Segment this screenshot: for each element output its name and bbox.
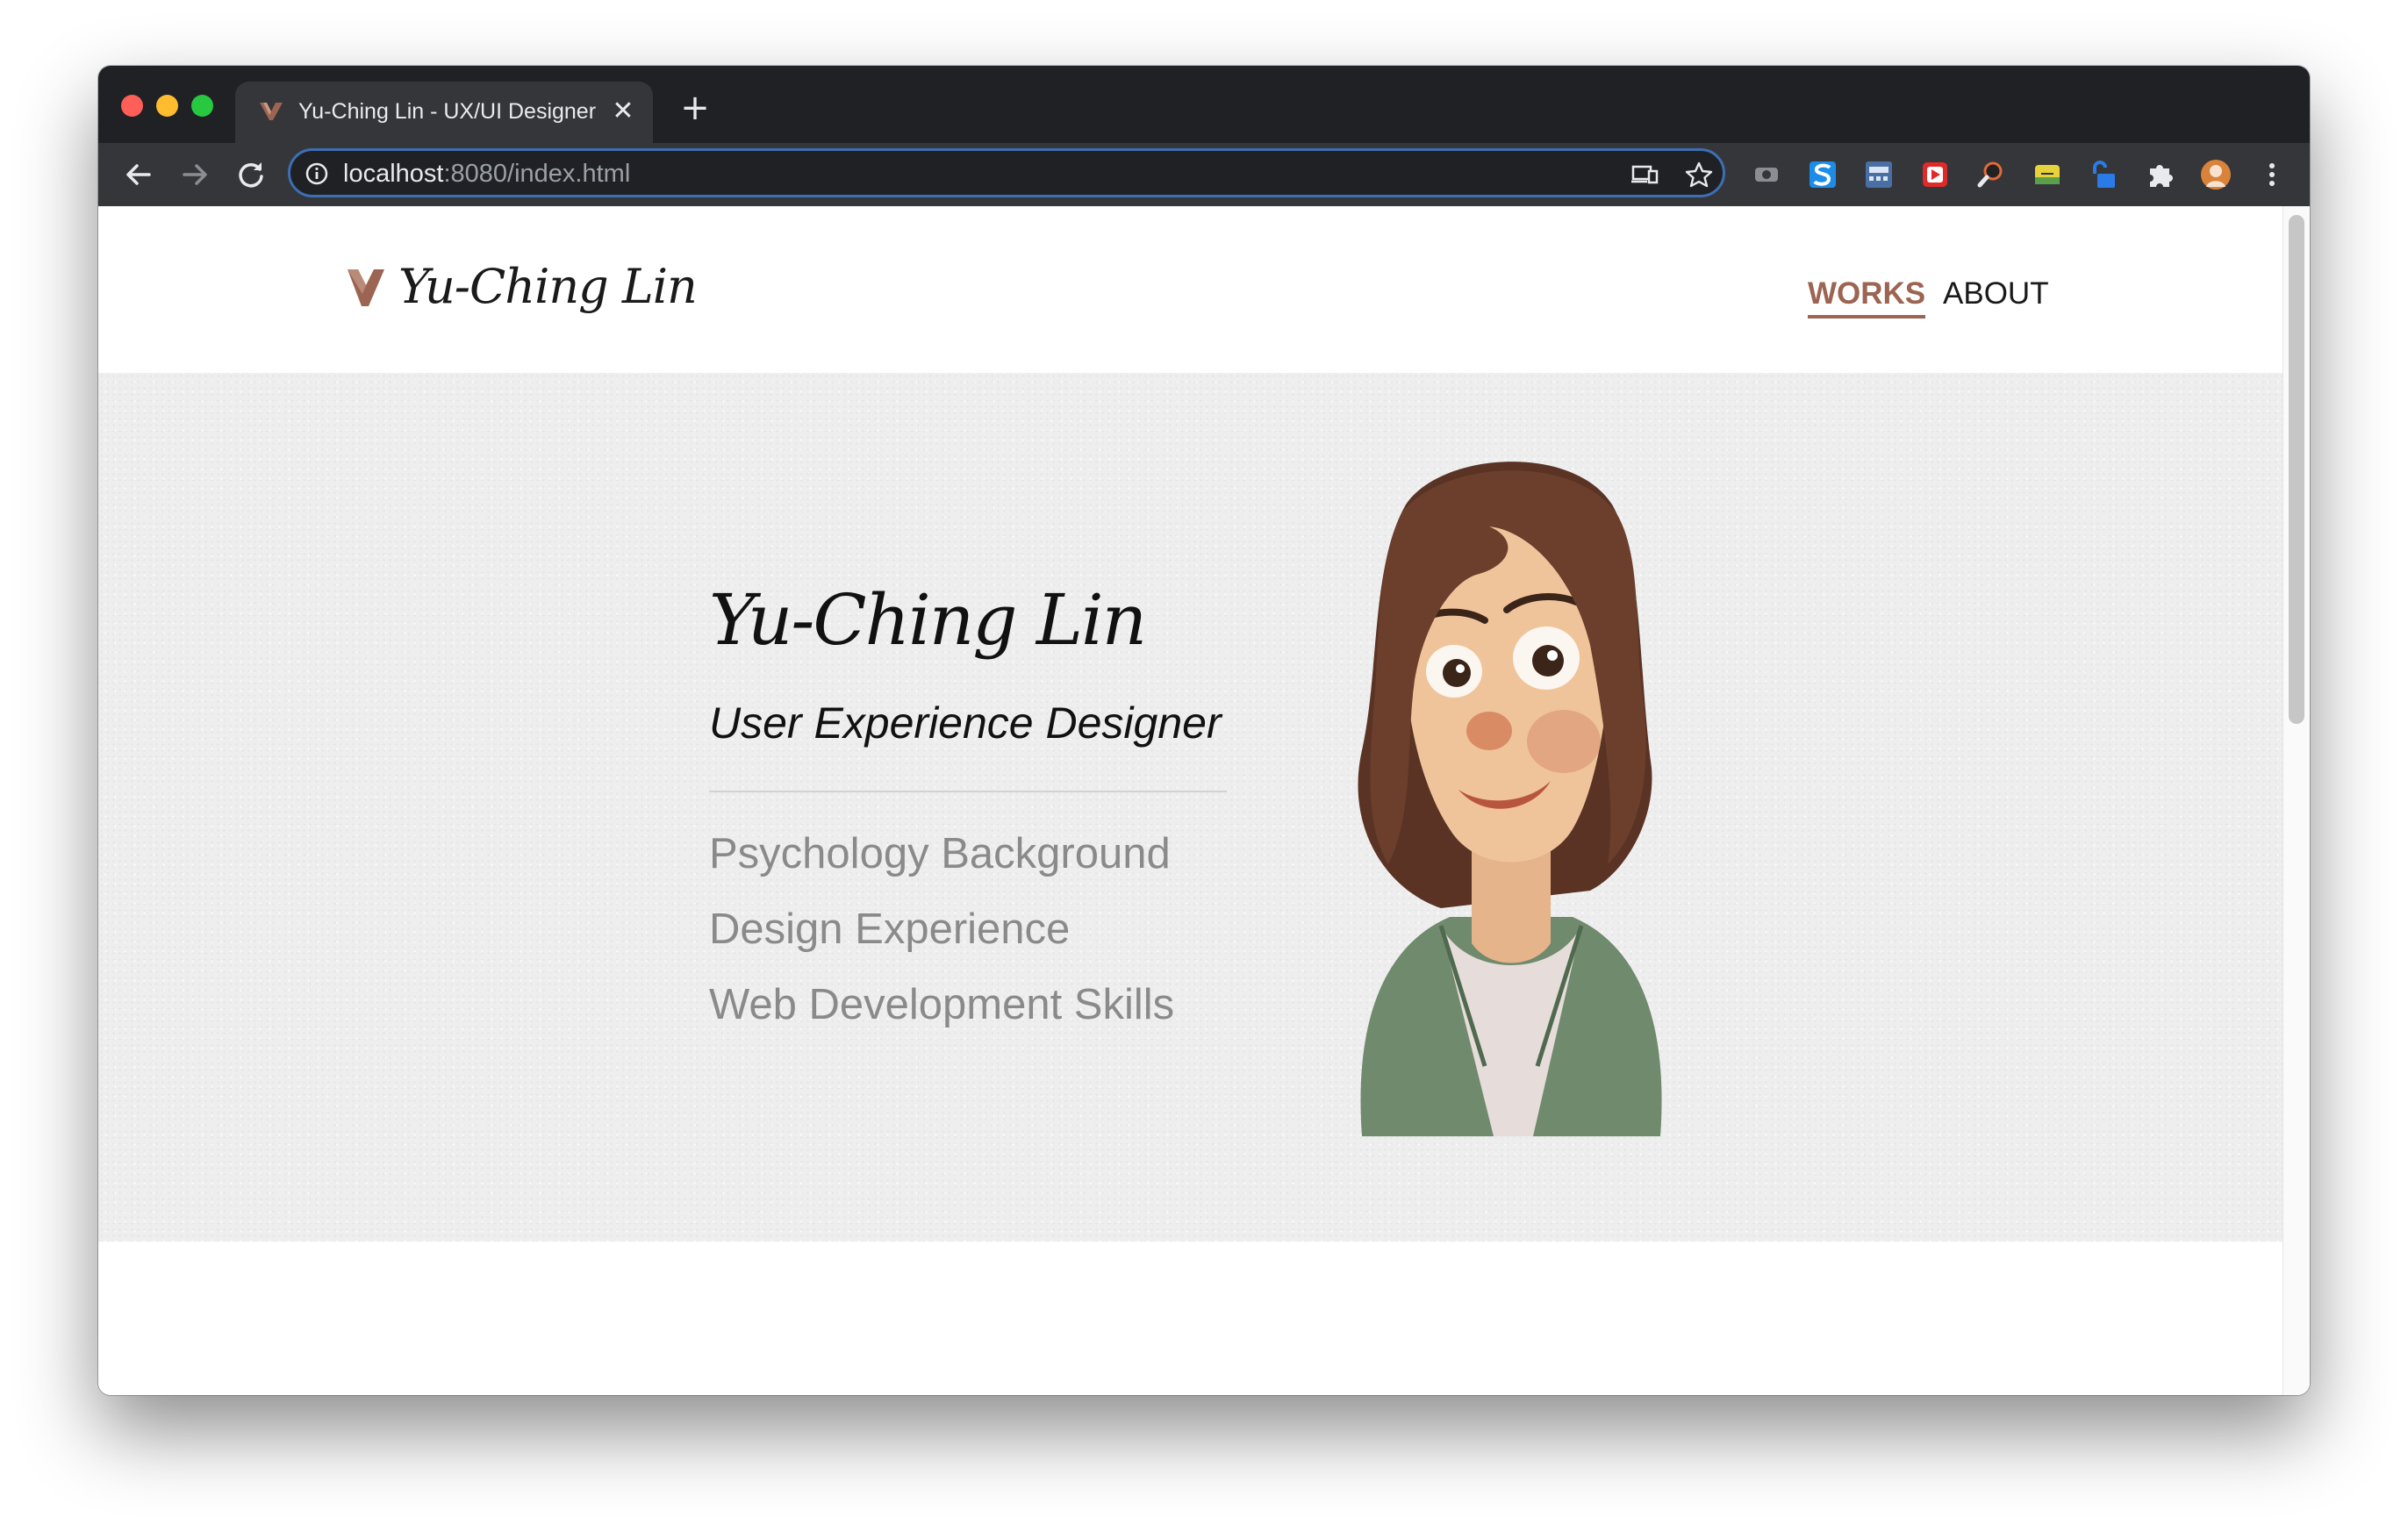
page-viewport: Yu-Ching Lin WORKS ABOUT Yu-Ching Lin Us… — [98, 206, 2310, 1395]
hero-skill-item: Psychology Background — [709, 830, 1171, 877]
reload-icon[interactable] — [230, 154, 272, 196]
menu-dots-icon[interactable] — [2255, 158, 2289, 191]
hero-skill-item: Design Experience — [709, 906, 1071, 953]
url-host: localhost — [343, 160, 444, 188]
profile-avatar[interactable] — [2199, 158, 2232, 191]
puzzle-icon[interactable] — [2143, 158, 2176, 191]
video-extension-icon[interactable] — [1918, 158, 1952, 191]
nav-link-about[interactable]: ABOUT — [1943, 276, 2049, 311]
back-arrow-icon[interactable] — [118, 154, 160, 196]
url-path: :8080/index.html — [443, 160, 631, 188]
browser-tab[interactable]: Yu-Ching Lin - UX/UI Designer ✕ — [235, 82, 653, 143]
lock-extension-icon[interactable] — [2087, 158, 2120, 191]
site-logo-text[interactable]: Yu-Ching Lin — [398, 259, 698, 314]
s-extension-icon[interactable] — [1806, 158, 1839, 191]
cast-device-icon[interactable] — [1630, 160, 1659, 190]
tab-close-icon[interactable]: ✕ — [609, 97, 637, 125]
browser-window: Yu-Ching Lin - UX/UI Designer ✕ + localh… — [98, 66, 2310, 1395]
maximize-window-button[interactable] — [191, 95, 213, 117]
tab-title: Yu-Ching Lin - UX/UI Designer — [298, 99, 597, 124]
site-header: Yu-Ching Lin WORKS ABOUT — [98, 206, 2283, 373]
pencil-extension-icon[interactable] — [2031, 158, 2064, 191]
scrollbar-thumb[interactable] — [2289, 215, 2304, 724]
hero-role: User Experience Designer — [709, 698, 1222, 748]
hero-section: Yu-Ching Lin User Experience Designer Ps… — [98, 373, 2283, 1242]
new-tab-button[interactable]: + — [677, 90, 713, 127]
close-window-button[interactable] — [121, 95, 143, 117]
bookmark-star-icon[interactable] — [1684, 160, 1714, 190]
logo-mark-icon[interactable] — [346, 268, 386, 310]
site-info-icon[interactable] — [305, 161, 329, 186]
hero-name: Yu-Ching Lin — [709, 579, 1147, 661]
address-bar[interactable]: localhost:8080/index.html — [288, 148, 1725, 197]
tab-strip: Yu-Ching Lin - UX/UI Designer ✕ + — [98, 66, 2310, 143]
mix-extension-icon[interactable] — [1862, 158, 1896, 191]
page-scrollbar[interactable] — [2283, 206, 2310, 1395]
browser-toolbar: localhost:8080/index.html — [98, 143, 2310, 207]
minimize-window-button[interactable] — [156, 95, 178, 117]
nav-link-works[interactable]: WORKS — [1808, 276, 1926, 319]
forward-arrow-icon[interactable] — [174, 154, 216, 196]
url-text: localhost:8080/index.html — [343, 160, 630, 189]
screencast-icon[interactable] — [1750, 158, 1783, 191]
search-extension-icon[interactable] — [1974, 158, 2008, 191]
portrait-illustration — [1358, 462, 1662, 1136]
hero-divider — [709, 791, 1227, 792]
hero-skill-item: Web Development Skills — [709, 981, 1175, 1028]
site-favicon-icon — [260, 103, 283, 120]
